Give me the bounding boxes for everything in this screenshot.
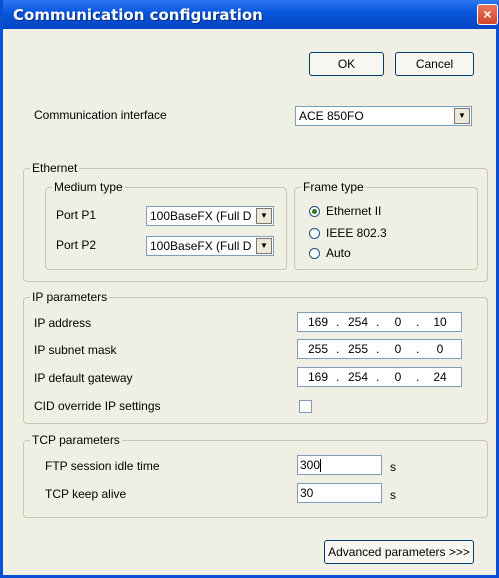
ip-separator: . bbox=[336, 370, 340, 384]
cid-override-label: CID override IP settings bbox=[34, 399, 161, 413]
ip-octet[interactable]: 254 bbox=[344, 368, 372, 386]
port-p2-value: 100BaseFX (Full D bbox=[150, 239, 252, 253]
ip-octet[interactable]: 10 bbox=[426, 313, 454, 331]
port-p1-select[interactable]: 100BaseFX (Full D ▼ bbox=[146, 206, 274, 226]
medium-type-group: Medium type Port P1 100BaseFX (Full D ▼ … bbox=[45, 180, 287, 270]
ip-octet[interactable]: 24 bbox=[426, 368, 454, 386]
frame-type-title: Frame type bbox=[301, 180, 366, 194]
comm-interface-select[interactable]: ACE 850FO ▼ bbox=[295, 106, 472, 126]
ip-separator: . bbox=[376, 315, 380, 329]
ip-octet[interactable]: 169 bbox=[304, 313, 332, 331]
radio-label: Ethernet II bbox=[326, 204, 382, 218]
ip-subnet-field[interactable]: 255 . 255 . 0 . 0 bbox=[297, 339, 462, 359]
close-button[interactable]: × bbox=[477, 4, 498, 25]
cancel-button[interactable]: Cancel bbox=[395, 52, 474, 76]
chevron-down-icon[interactable]: ▼ bbox=[256, 238, 272, 254]
chevron-down-icon[interactable]: ▼ bbox=[454, 108, 470, 124]
ip-octet[interactable]: 0 bbox=[426, 340, 454, 358]
comm-interface-value: ACE 850FO bbox=[299, 109, 364, 123]
ip-octet[interactable]: 255 bbox=[304, 340, 332, 358]
tcp-parameters-group: TCP parameters FTP session idle time 300… bbox=[23, 433, 488, 518]
ftp-idle-value: 300 bbox=[300, 458, 321, 472]
ip-separator: . bbox=[336, 342, 340, 356]
radio-auto[interactable]: Auto bbox=[309, 246, 351, 262]
ip-subnet-label: IP subnet mask bbox=[34, 343, 117, 357]
ip-separator: . bbox=[336, 315, 340, 329]
keep-alive-unit: s bbox=[390, 488, 396, 502]
port-p2-select[interactable]: 100BaseFX (Full D ▼ bbox=[146, 236, 274, 256]
dialog-window: Communication configuration × OK Cancel … bbox=[0, 0, 499, 578]
port-p1-value: 100BaseFX (Full D bbox=[150, 209, 252, 223]
ip-parameters-title: IP parameters bbox=[30, 290, 110, 304]
radio-label: IEEE 802.3 bbox=[326, 226, 387, 240]
ip-gateway-field[interactable]: 169 . 254 . 0 . 24 bbox=[297, 367, 462, 387]
chevron-down-icon[interactable]: ▼ bbox=[256, 208, 272, 224]
radio-icon[interactable] bbox=[309, 228, 320, 240]
radio-ieee-802-3[interactable]: IEEE 802.3 bbox=[309, 226, 387, 242]
ip-separator: . bbox=[416, 315, 420, 329]
title-bar[interactable]: Communication configuration × bbox=[3, 0, 499, 29]
ethernet-group-title: Ethernet bbox=[30, 161, 80, 175]
cid-override-checkbox[interactable] bbox=[299, 400, 312, 413]
ip-separator: . bbox=[416, 342, 420, 356]
advanced-parameters-button[interactable]: Advanced parameters >>> bbox=[324, 540, 474, 564]
radio-selected-icon[interactable] bbox=[309, 206, 320, 218]
ip-octet[interactable]: 255 bbox=[344, 340, 372, 358]
ftp-idle-input[interactable]: 300 bbox=[297, 455, 382, 475]
ok-button[interactable]: OK bbox=[309, 52, 384, 76]
keep-alive-value: 30 bbox=[300, 486, 314, 500]
radio-label: Auto bbox=[326, 246, 351, 260]
comm-interface-label: Communication interface bbox=[34, 108, 167, 122]
ip-separator: . bbox=[376, 342, 380, 356]
close-icon: × bbox=[483, 6, 492, 22]
medium-type-title: Medium type bbox=[52, 180, 125, 194]
ip-separator: . bbox=[416, 370, 420, 384]
ip-gateway-label: IP default gateway bbox=[34, 371, 133, 385]
keep-alive-input[interactable]: 30 bbox=[297, 483, 382, 503]
window-title: Communication configuration bbox=[13, 6, 263, 24]
ip-address-field[interactable]: 169 . 254 . 0 . 10 bbox=[297, 312, 462, 332]
ip-octet[interactable]: 0 bbox=[384, 313, 412, 331]
radio-ethernet-ii[interactable]: Ethernet II bbox=[309, 204, 381, 220]
tcp-parameters-title: TCP parameters bbox=[30, 433, 122, 447]
text-cursor bbox=[320, 459, 322, 473]
frame-type-group: Frame type Ethernet II IEEE 802.3 Auto bbox=[294, 180, 478, 270]
radio-icon[interactable] bbox=[309, 248, 320, 260]
ethernet-group: Ethernet Medium type Port P1 100BaseFX (… bbox=[23, 161, 488, 282]
ip-octet[interactable]: 0 bbox=[384, 368, 412, 386]
ip-octet[interactable]: 0 bbox=[384, 340, 412, 358]
ftp-idle-unit: s bbox=[390, 460, 396, 474]
keep-alive-label: TCP keep alive bbox=[45, 487, 127, 501]
port-p2-label: Port P2 bbox=[56, 238, 97, 252]
ip-octet[interactable]: 254 bbox=[344, 313, 372, 331]
ip-octet[interactable]: 169 bbox=[304, 368, 332, 386]
ftp-idle-label: FTP session idle time bbox=[45, 459, 160, 473]
ip-separator: . bbox=[376, 370, 380, 384]
port-p1-label: Port P1 bbox=[56, 208, 97, 222]
ip-parameters-group: IP parameters IP address 169 . 254 . 0 .… bbox=[23, 290, 488, 424]
ip-address-label: IP address bbox=[34, 316, 92, 330]
